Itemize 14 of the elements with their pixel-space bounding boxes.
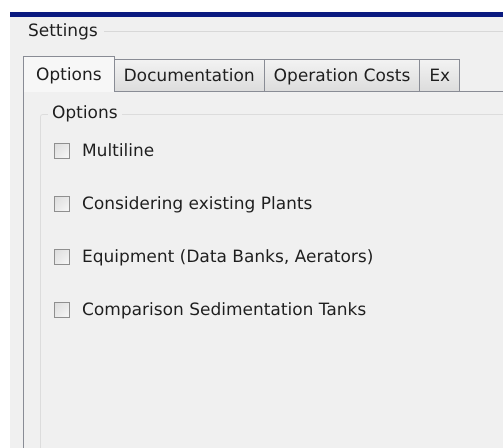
checkbox[interactable] [54,249,70,265]
tab[interactable]: Ex [419,59,460,91]
checkbox-label: Equipment (Data Banks, Aerators) [82,247,374,267]
checkbox-label: Multiline [82,141,154,161]
tab[interactable]: Options [23,56,115,92]
tab[interactable]: Documentation [114,59,265,91]
checkbox[interactable] [54,143,70,159]
checkbox[interactable] [54,196,70,212]
group-title: Settings [28,21,99,41]
checkbox-label: Considering existing Plants [82,194,312,214]
group-title: Options [48,103,122,123]
tab[interactable]: Operation Costs [264,59,420,91]
checkbox-label: Comparison Sedimentation Tanks [82,300,366,320]
checkbox[interactable] [54,302,70,318]
